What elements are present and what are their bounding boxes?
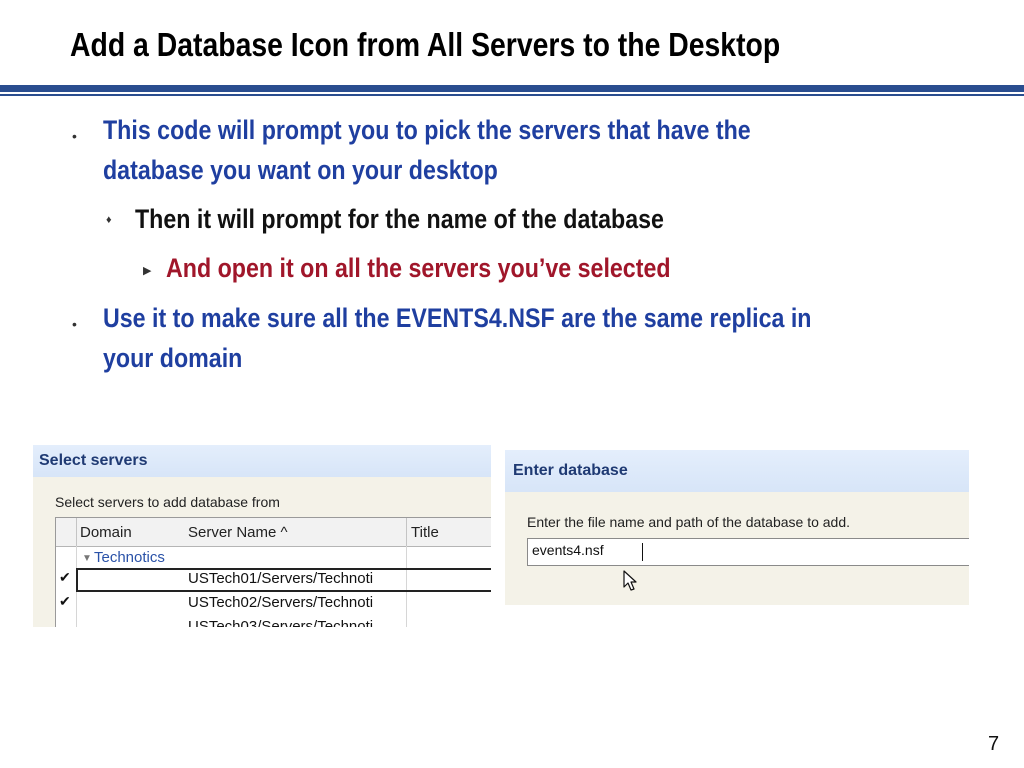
enter-database-titlebar[interactable]: Enter database — [505, 450, 969, 492]
servers-table: Domain Server Name ^ Title ▼ Technotics … — [55, 517, 491, 627]
page-number: 7 — [988, 733, 1000, 755]
server-name-cell: USTech03/Servers/Technoti — [188, 618, 374, 627]
table-row[interactable]: ✔ USTech01/Servers/Technoti — [56, 568, 491, 592]
bullet-diamond: ♦ — [106, 214, 112, 226]
database-path-input[interactable] — [532, 542, 962, 558]
expand-triangle-icon[interactable]: ▼ — [82, 553, 92, 564]
slide-title: Add a Database Icon from All Servers to … — [70, 26, 781, 63]
column-domain[interactable]: Domain — [80, 524, 132, 541]
enter-database-prompt: Enter the file name and path of the data… — [527, 514, 851, 530]
domain-group-row[interactable]: ▼ Technotics — [56, 546, 491, 568]
column-server-name[interactable]: Server Name ^ — [188, 524, 288, 541]
title-accent-line — [0, 94, 1024, 96]
bullet-arrow: ▶ — [143, 265, 152, 277]
select-servers-titlebar[interactable]: Select servers — [33, 445, 491, 477]
table-row[interactable]: USTech03/Servers/Technoti — [56, 616, 491, 627]
select-servers-title: Select servers — [39, 452, 148, 469]
mouse-pointer-icon — [623, 570, 637, 591]
select-servers-dialog: Select servers Select servers to add dat… — [33, 445, 491, 627]
text-caret — [642, 543, 643, 561]
title-accent-bar — [0, 85, 1024, 92]
column-title[interactable]: Title — [411, 524, 439, 541]
bullet-2-line-2: your domain — [103, 343, 243, 373]
bullet-dot-2: • — [72, 316, 77, 332]
bullet-1-subsub: And open it on all the servers you’ve se… — [166, 253, 671, 283]
check-icon[interactable]: ✔ — [59, 569, 71, 586]
server-name-cell: USTech01/Servers/Technoti — [188, 570, 374, 587]
domain-group-label: Technotics — [94, 549, 165, 566]
enter-database-title: Enter database — [513, 462, 628, 479]
database-path-field[interactable] — [527, 538, 969, 566]
bullet-2-line-1: Use it to make sure all the EVENTS4.NSF … — [103, 303, 812, 333]
select-servers-prompt: Select servers to add database from — [55, 494, 280, 510]
servers-table-header: Domain Server Name ^ Title — [56, 518, 491, 547]
bullet-1-sub: Then it will prompt for the name of the … — [135, 204, 664, 234]
table-row[interactable]: ✔ USTech02/Servers/Technoti — [56, 592, 491, 614]
bullet-1-line-2: database you want on your desktop — [103, 155, 498, 185]
bullet-1-line-1: This code will prompt you to pick the se… — [103, 115, 751, 145]
server-name-cell: USTech02/Servers/Technoti — [188, 594, 374, 611]
check-icon[interactable]: ✔ — [59, 593, 71, 610]
enter-database-dialog: Enter database Enter the file name and p… — [505, 450, 969, 605]
bullet-dot-1: • — [72, 128, 77, 144]
